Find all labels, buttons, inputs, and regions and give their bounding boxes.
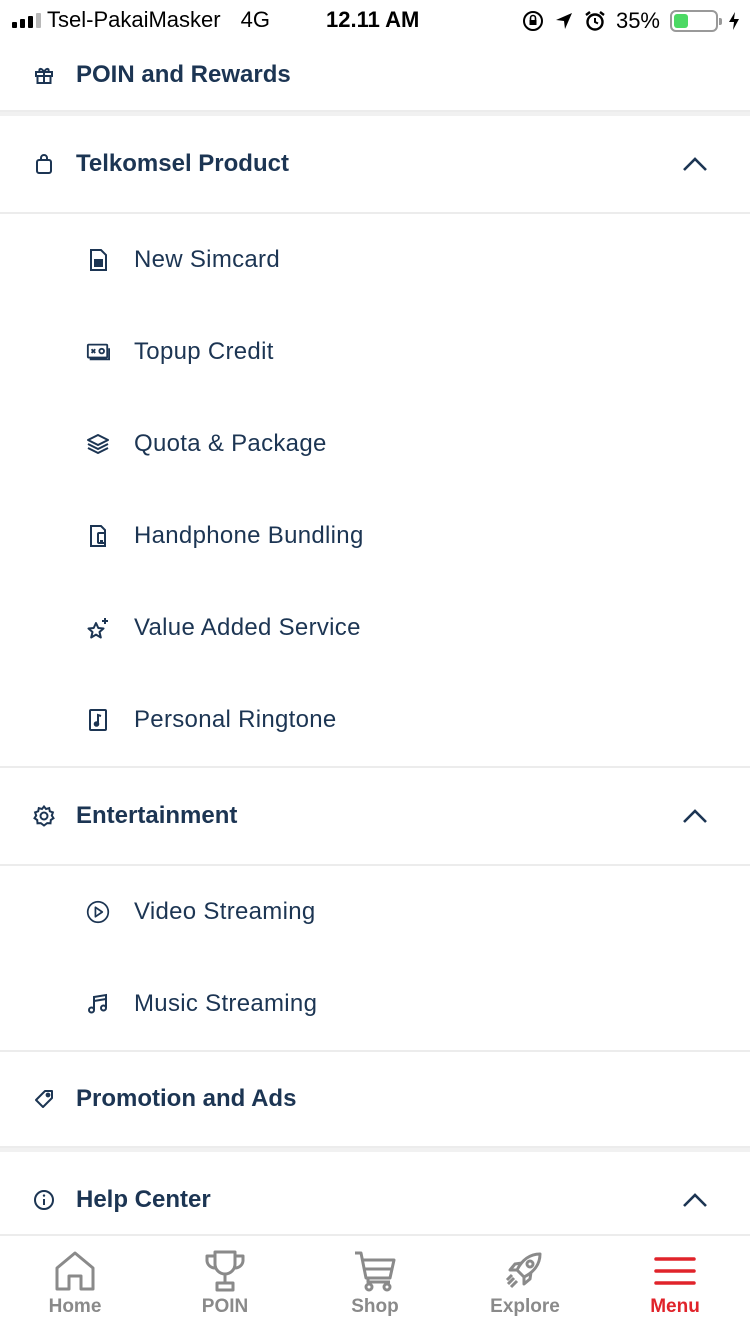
nav-label: POIN [201,1296,249,1317]
menu-section-label: Help Center [76,1186,211,1213]
menu-section-entertainment[interactable]: Entertainment [0,768,750,864]
menu-section-label: Entertainment [76,802,238,829]
layers-icon [86,432,110,456]
nav-label: Explore [490,1296,560,1317]
cart-icon [355,1251,396,1292]
status-left: Tsel-PakaiMasker 4G [12,7,294,33]
submenu-item-topup-credit[interactable]: Topup Credit [0,306,750,398]
submenu-item-new-simcard[interactable]: New Simcard [0,214,750,306]
phone-bundle-icon [86,524,110,548]
music-file-icon [86,708,110,732]
charging-bolt-icon [729,12,739,30]
rotation-lock-icon [522,11,543,31]
submenu-label: Topup Credit [134,338,274,365]
home-icon [55,1251,95,1291]
music-note-icon [86,992,110,1016]
alarm-icon [585,11,605,31]
chevron-up-icon[interactable] [680,149,710,179]
tag-icon [32,1087,56,1111]
menu-section-telkomsel-product[interactable]: Telkomsel Product [0,116,750,212]
hamburger-icon [654,1257,696,1285]
submenu-item-personal-ringtone[interactable]: Personal Ringtone [0,674,750,766]
trophy-icon [205,1250,245,1292]
status-bar: Tsel-PakaiMasker 4G 12.11 AM 35% [0,0,750,40]
sparkle-star-icon [86,616,110,640]
carrier-name: Tsel-PakaiMasker [47,7,221,32]
battery-percent: 35% [615,8,660,33]
signal-icon [12,12,41,28]
gear-icon [32,804,56,828]
nav-label: Menu [650,1296,700,1317]
submenu-label: Handphone Bundling [134,522,364,549]
menu-list: POIN and Rewards Telkomsel Product New S… [0,40,750,1248]
info-icon [32,1188,56,1212]
bottom-nav: Home POIN Shop Explore Menu [0,1234,750,1334]
nav-menu[interactable]: Menu [600,1236,750,1334]
submenu-label: Music Streaming [134,990,318,1017]
menu-section-label: Telkomsel Product [76,150,289,177]
submenu-label: Video Streaming [134,898,316,925]
rocket-icon [505,1252,542,1289]
play-circle-icon [86,900,110,924]
submenu-label: Value Added Service [134,614,361,641]
menu-section-poin-rewards[interactable]: POIN and Rewards [0,40,750,110]
menu-section-promotion-ads[interactable]: Promotion and Ads [0,1052,750,1146]
network-type: 4G [240,7,270,32]
menu-section-label: Promotion and Ads [76,1085,297,1112]
chevron-up-icon[interactable] [680,801,710,831]
location-arrow-icon [555,13,572,29]
battery-icon [670,10,722,32]
voucher-icon [86,340,110,364]
submenu-label: Quota & Package [134,430,327,457]
chevron-up-icon[interactable] [680,1185,710,1215]
status-time: 12.11 AM [326,7,420,32]
simcard-icon [86,248,110,272]
submenu-item-video-streaming[interactable]: Video Streaming [0,866,750,958]
nav-explore[interactable]: Explore [450,1236,600,1334]
nav-home[interactable]: Home [0,1236,150,1334]
nav-label: Shop [351,1296,399,1317]
status-right: 35% [522,8,740,34]
submenu-item-quota-package[interactable]: Quota & Package [0,398,750,490]
nav-poin[interactable]: POIN [150,1236,300,1334]
gift-icon [32,63,56,87]
menu-section-label: POIN and Rewards [76,61,291,88]
bag-icon [32,152,56,176]
submenu-label: Personal Ringtone [134,706,337,733]
submenu-item-value-added-service[interactable]: Value Added Service [0,582,750,674]
submenu-item-handphone-bundling[interactable]: Handphone Bundling [0,490,750,582]
submenu-label: New Simcard [134,246,280,273]
nav-shop[interactable]: Shop [300,1236,450,1334]
nav-label: Home [48,1296,102,1317]
submenu-item-music-streaming[interactable]: Music Streaming [0,958,750,1050]
